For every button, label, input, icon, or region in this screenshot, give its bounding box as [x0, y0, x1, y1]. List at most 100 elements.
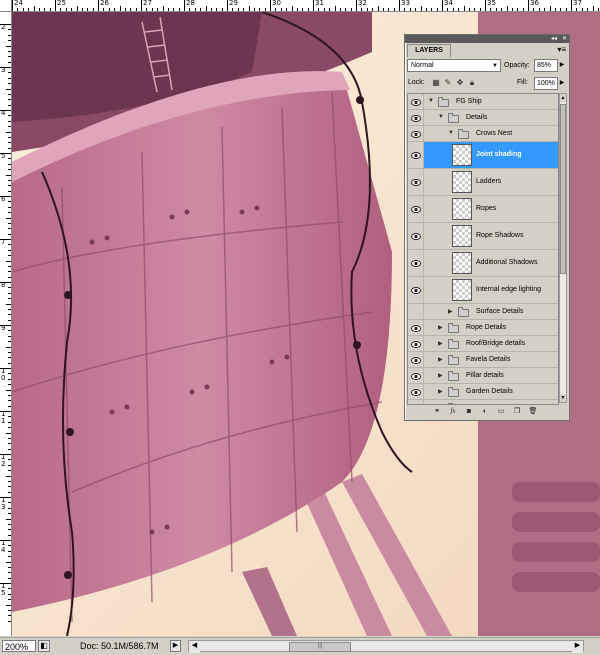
fx-icon[interactable]: fx	[447, 406, 459, 417]
layer-row[interactable]: Rope Shadows	[408, 223, 558, 250]
layer-group-row[interactable]: ▼ FG Ship	[408, 94, 558, 110]
layer-body[interactable]: ▶ Favela Details	[424, 352, 558, 367]
layer-body[interactable]: ▼ Crows Nest	[424, 126, 558, 141]
layer-body[interactable]: ▶ Pillar details	[424, 368, 558, 383]
visibility-toggle[interactable]	[408, 126, 424, 141]
zoom-input[interactable]: 200%	[2, 640, 36, 652]
visibility-toggle[interactable]	[408, 223, 424, 249]
visibility-toggle[interactable]	[408, 250, 424, 276]
expand-arrow-open-icon[interactable]: ▼	[448, 130, 454, 136]
scroll-left-icon[interactable]: ◀	[189, 641, 200, 653]
horizontal-scrollbar[interactable]: ◀ ||| ▶	[188, 640, 584, 653]
layer-mask-icon[interactable]: ◙	[463, 406, 475, 417]
layer-body[interactable]: ▶ Roof/Bridge details	[424, 336, 558, 351]
trash-icon[interactable]: 🗑︎	[527, 406, 539, 417]
layer-body[interactable]: ▶ Surface Details	[424, 304, 558, 319]
layer-row[interactable]: Ropes	[408, 196, 558, 223]
ruler-origin[interactable]	[0, 0, 12, 12]
layer-body[interactable]: Additional Shadows	[424, 250, 558, 276]
expand-arrow-open-icon[interactable]: ▼	[428, 98, 434, 104]
lock-transparent-pixels-icon[interactable]: ▦	[431, 78, 441, 88]
visibility-toggle[interactable]	[408, 320, 424, 335]
adjustment-layer-icon[interactable]: ◐	[479, 406, 491, 417]
layer-body[interactable]: ▼ FG Ship	[424, 94, 558, 109]
layer-thumbnail[interactable]	[452, 171, 472, 193]
layer-group-row[interactable]: ▶ Chimney and details	[408, 400, 558, 405]
horizontal-ruler[interactable]: 24 25 26 27 28 29 30 31 32 33 34 35 36 37	[0, 0, 600, 12]
expand-arrow-closed-icon[interactable]: ▶	[438, 372, 443, 379]
visibility-toggle[interactable]	[408, 400, 424, 404]
layer-group-row[interactable]: ▼ Details	[408, 110, 558, 126]
layer-body[interactable]: Ladders	[424, 169, 558, 195]
visibility-toggle[interactable]	[408, 352, 424, 367]
scroll-down-icon[interactable]: ▼	[560, 394, 566, 402]
lock-all-icon[interactable]: 🔒︎	[467, 78, 477, 88]
layer-body[interactable]: ▶ Chimney and details	[424, 400, 558, 405]
layer-row[interactable]: Ladders	[408, 169, 558, 196]
scroll-up-icon[interactable]: ▲	[560, 94, 566, 102]
layer-thumbnail[interactable]	[452, 198, 472, 220]
layer-body[interactable]: Joint shading	[424, 142, 558, 168]
close-panel-icon[interactable]: ✕	[562, 35, 567, 43]
expand-arrow-closed-icon[interactable]: ▶	[438, 388, 443, 395]
expand-arrow-closed-icon[interactable]: ▶	[448, 308, 453, 315]
doc-info-icon[interactable]: ◧	[38, 640, 50, 652]
layer-thumbnail[interactable]	[452, 279, 472, 301]
visibility-toggle[interactable]	[408, 336, 424, 351]
layer-body[interactable]: ▶ Rope Details	[424, 320, 558, 335]
fill-input[interactable]: 100%	[534, 77, 558, 90]
vertical-ruler[interactable]: 2 3 4 5 6 7 8 9 10 11 12 13 14 15	[0, 11, 12, 636]
layer-group-row[interactable]: ▶ Favela Details	[408, 352, 558, 368]
visibility-toggle[interactable]	[408, 304, 424, 319]
layer-group-row[interactable]: ▶ Pillar details	[408, 368, 558, 384]
visibility-toggle[interactable]	[408, 169, 424, 195]
scroll-right-icon[interactable]: ▶	[572, 641, 583, 653]
expand-arrow-closed-icon[interactable]: ▶	[438, 340, 443, 347]
layer-group-row[interactable]: ▶ Roof/Bridge details	[408, 336, 558, 352]
visibility-toggle[interactable]	[408, 368, 424, 383]
lock-position-icon[interactable]: ✥	[455, 78, 465, 88]
visibility-toggle[interactable]	[408, 142, 424, 168]
layer-group-row[interactable]: ▶ Rope Details	[408, 320, 558, 336]
layer-body[interactable]: Internal edge lighting	[424, 277, 558, 303]
scroll-thumb[interactable]	[560, 104, 566, 274]
opacity-input[interactable]: 85%	[534, 59, 558, 72]
panel-titlebar[interactable]: ◂◂ ✕	[405, 35, 569, 43]
layer-body[interactable]: ▶ Garden Details	[424, 384, 558, 399]
layer-row[interactable]: Joint shading	[408, 142, 558, 169]
status-menu-arrow-icon[interactable]: ▶	[170, 640, 181, 652]
link-layers-icon[interactable]: ⚭	[431, 406, 443, 417]
visibility-toggle[interactable]	[408, 94, 424, 109]
visibility-toggle[interactable]	[408, 110, 424, 125]
expand-arrow-open-icon[interactable]: ▼	[438, 114, 444, 120]
layer-thumbnail[interactable]	[452, 225, 472, 247]
new-layer-icon[interactable]: ❐	[511, 406, 523, 417]
fill-slider-icon[interactable]: ▶	[558, 77, 566, 90]
lock-image-pixels-icon[interactable]: ✎	[443, 78, 453, 88]
expand-arrow-closed-icon[interactable]: ▶	[438, 404, 443, 405]
layer-group-row[interactable]: ▶ Garden Details	[408, 384, 558, 400]
tab-layers[interactable]: LAYERS	[407, 44, 451, 57]
layer-group-row[interactable]: ▶ Surface Details	[408, 304, 558, 320]
collapse-panel-icon[interactable]: ◂◂	[551, 35, 557, 43]
visibility-toggle[interactable]	[408, 196, 424, 222]
layer-body[interactable]: ▼ Details	[424, 110, 558, 125]
layer-row[interactable]: Internal edge lighting	[408, 277, 558, 304]
panel-menu-icon[interactable]: ▾≡	[557, 45, 566, 55]
layer-group-row[interactable]: ▼ Crows Nest	[408, 126, 558, 142]
opacity-slider-icon[interactable]: ▶	[558, 59, 566, 72]
layer-thumbnail[interactable]	[452, 252, 472, 274]
layer-body[interactable]: Ropes	[424, 196, 558, 222]
expand-arrow-closed-icon[interactable]: ▶	[438, 356, 443, 363]
layer-body[interactable]: Rope Shadows	[424, 223, 558, 249]
horizontal-scroll-thumb[interactable]: |||	[289, 642, 351, 652]
expand-arrow-closed-icon[interactable]: ▶	[438, 324, 443, 331]
visibility-toggle[interactable]	[408, 384, 424, 399]
layer-row[interactable]: Additional Shadows	[408, 250, 558, 277]
layers-scrollbar[interactable]: ▲ ▼	[559, 93, 567, 403]
visibility-toggle[interactable]	[408, 277, 424, 303]
blend-mode-select[interactable]: Normal ▼	[407, 59, 501, 72]
layer-thumbnail[interactable]	[452, 144, 472, 166]
new-group-icon[interactable]: ▭	[495, 406, 507, 417]
ruler-tick	[8, 378, 11, 380]
